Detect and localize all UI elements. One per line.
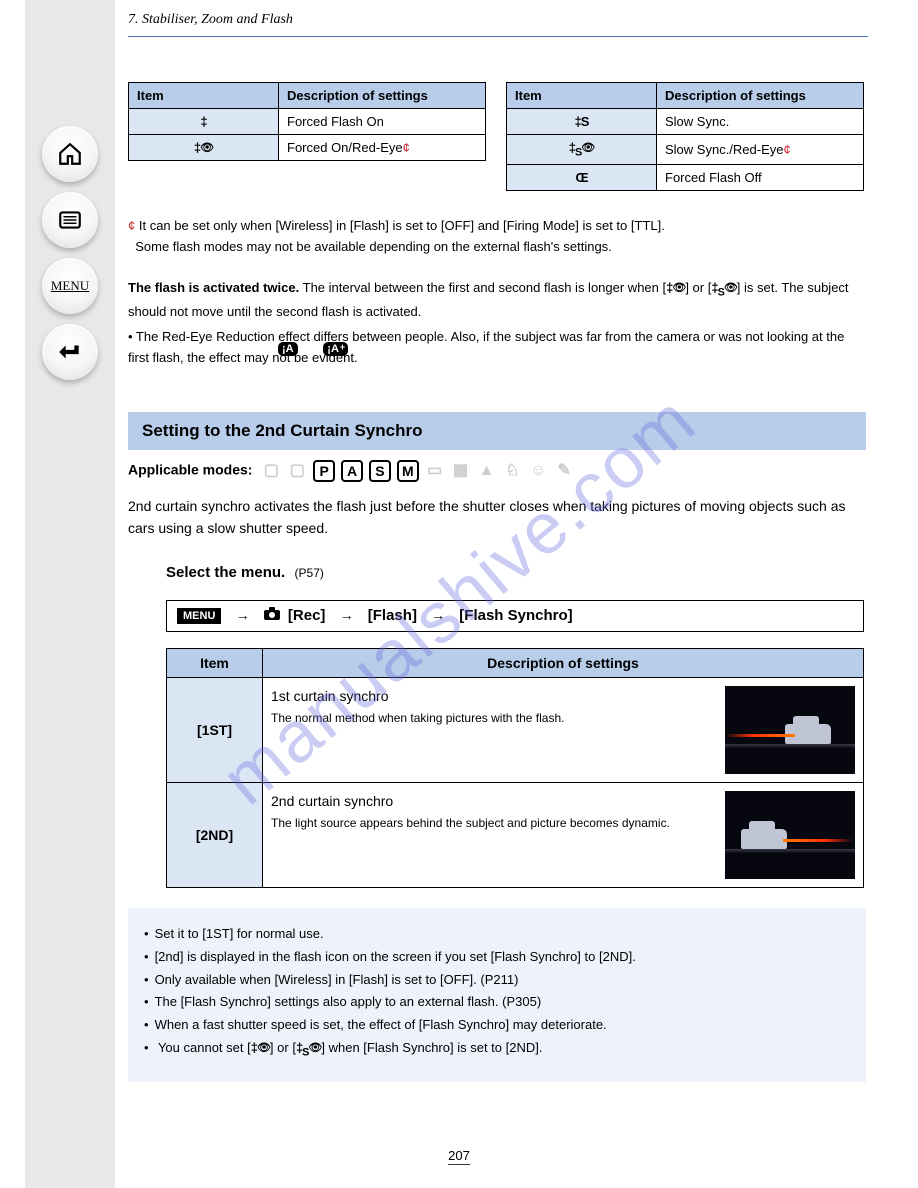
mode-iaplus-icon: ▢ <box>286 460 308 482</box>
sync-table-header: Item <box>167 649 263 678</box>
notes-block: Set it to [1ST] for normal use. [2nd] is… <box>128 908 866 1082</box>
flash-slow-redeye-icon: ‡S <box>507 135 657 165</box>
page-reference[interactable]: (P211) <box>480 972 518 987</box>
sync-table: Item Description of settings [1ST] 1st c… <box>166 648 864 888</box>
flash-slow-redeye-desc: Slow Sync./Red-Eye¢ <box>657 135 864 165</box>
header-rule <box>128 36 868 37</box>
mode-scene1-icon: ▲ <box>475 460 497 482</box>
flash-forced-desc: Forced Flash On <box>279 109 486 135</box>
back-button[interactable] <box>42 324 98 380</box>
mode-movie-icon: ▭ <box>424 460 446 482</box>
ia-mode-icons: ¡A ¡A <box>276 340 350 356</box>
menu-button-label: MENU <box>51 278 89 294</box>
applicable-modes: Applicable modes: ▢ ▢ P A S M ▭ ▦ ▲ ♘ ☺ … <box>128 454 866 488</box>
table-header: Description of settings <box>657 83 864 109</box>
second-curtain-illustration <box>725 791 855 879</box>
mode-scene2-icon: ♘ <box>501 460 523 482</box>
mode-creative-icon: ✎ <box>553 460 575 482</box>
menu-chip: MENU <box>177 608 221 624</box>
section-description: 2nd curtain synchro activates the flash … <box>128 496 866 539</box>
menu-path: MENU → [Rec] → [Flash] → [Flash Synchro] <box>166 600 864 632</box>
note-item: When a fast shutter speed is set, the ef… <box>144 1015 850 1036</box>
note-item: You cannot set [‡] or [‡S] when [Flash S… <box>144 1038 850 1062</box>
table-header: Description of settings <box>279 83 486 109</box>
page-content: 7. Stabiliser, Zoom and Flash Item Descr… <box>128 0 868 37</box>
sync-option-1st: [1ST] <box>167 678 263 783</box>
mode-m-icon: M <box>397 460 419 482</box>
toc-icon <box>57 207 83 233</box>
menu-button[interactable]: MENU <box>42 258 98 314</box>
page-number: 207 <box>448 1148 470 1165</box>
mode-a-icon: A <box>341 460 363 482</box>
first-curtain-illustration <box>725 686 855 774</box>
sync-table-header: Description of settings <box>263 649 864 678</box>
sidebar: MENU <box>25 0 115 1188</box>
table-header: Item <box>507 83 657 109</box>
mode-s-icon: S <box>369 460 391 482</box>
note-item: [2nd] is displayed in the flash icon on … <box>144 947 850 968</box>
back-icon <box>57 339 83 365</box>
note-item: The [Flash Synchro] settings also apply … <box>144 992 850 1013</box>
flash-off-icon: Œ <box>507 164 657 190</box>
flash-mode-table-left: Item Description of settings ‡ Forced Fl… <box>128 82 486 161</box>
page-reference[interactable]: (P305) <box>502 994 541 1009</box>
home-button[interactable] <box>42 126 98 182</box>
note-item: Only available when [Wireless] in [Flash… <box>144 970 850 991</box>
footnote-block: ¢ It can be set only when [Wireless] in … <box>128 216 858 258</box>
sync-desc-2nd: 2nd curtain synchro The light source app… <box>263 783 864 888</box>
flash-behaviour-text: The flash is activated twice. The interv… <box>128 278 858 368</box>
flash-slow-icon: ‡S <box>507 109 657 135</box>
camera-icon <box>264 607 280 625</box>
mode-pano-icon: ▦ <box>450 460 472 482</box>
flash-forced-redeye-desc: Forced On/Red-Eye¢ <box>279 135 486 161</box>
select-menu-label: Select the menu. (P57) <box>166 564 324 581</box>
mode-p-icon: P <box>313 460 335 482</box>
breadcrumb: 7. Stabiliser, Zoom and Flash <box>128 12 293 28</box>
toc-button[interactable] <box>42 192 98 248</box>
flash-mode-table-right: Item Description of settings ‡S Slow Syn… <box>506 82 864 191</box>
flash-forced-redeye-icon: ‡ <box>129 135 279 161</box>
mode-scene3-icon: ☺ <box>527 460 549 482</box>
table-header: Item <box>129 83 279 109</box>
flash-forced-icon: ‡ <box>129 109 279 135</box>
sync-desc-1st: 1st curtain synchro The normal method wh… <box>263 678 864 783</box>
section-heading: Setting to the 2nd Curtain Synchro <box>128 412 866 450</box>
home-icon <box>57 141 83 167</box>
page-reference[interactable]: (P57) <box>291 566 324 580</box>
note-item: Set it to [1ST] for normal use. <box>144 924 850 945</box>
mode-ia-icon: ▢ <box>260 460 282 482</box>
sync-option-2nd: [2ND] <box>167 783 263 888</box>
flash-off-desc: Forced Flash Off <box>657 164 864 190</box>
flash-slow-desc: Slow Sync. <box>657 109 864 135</box>
